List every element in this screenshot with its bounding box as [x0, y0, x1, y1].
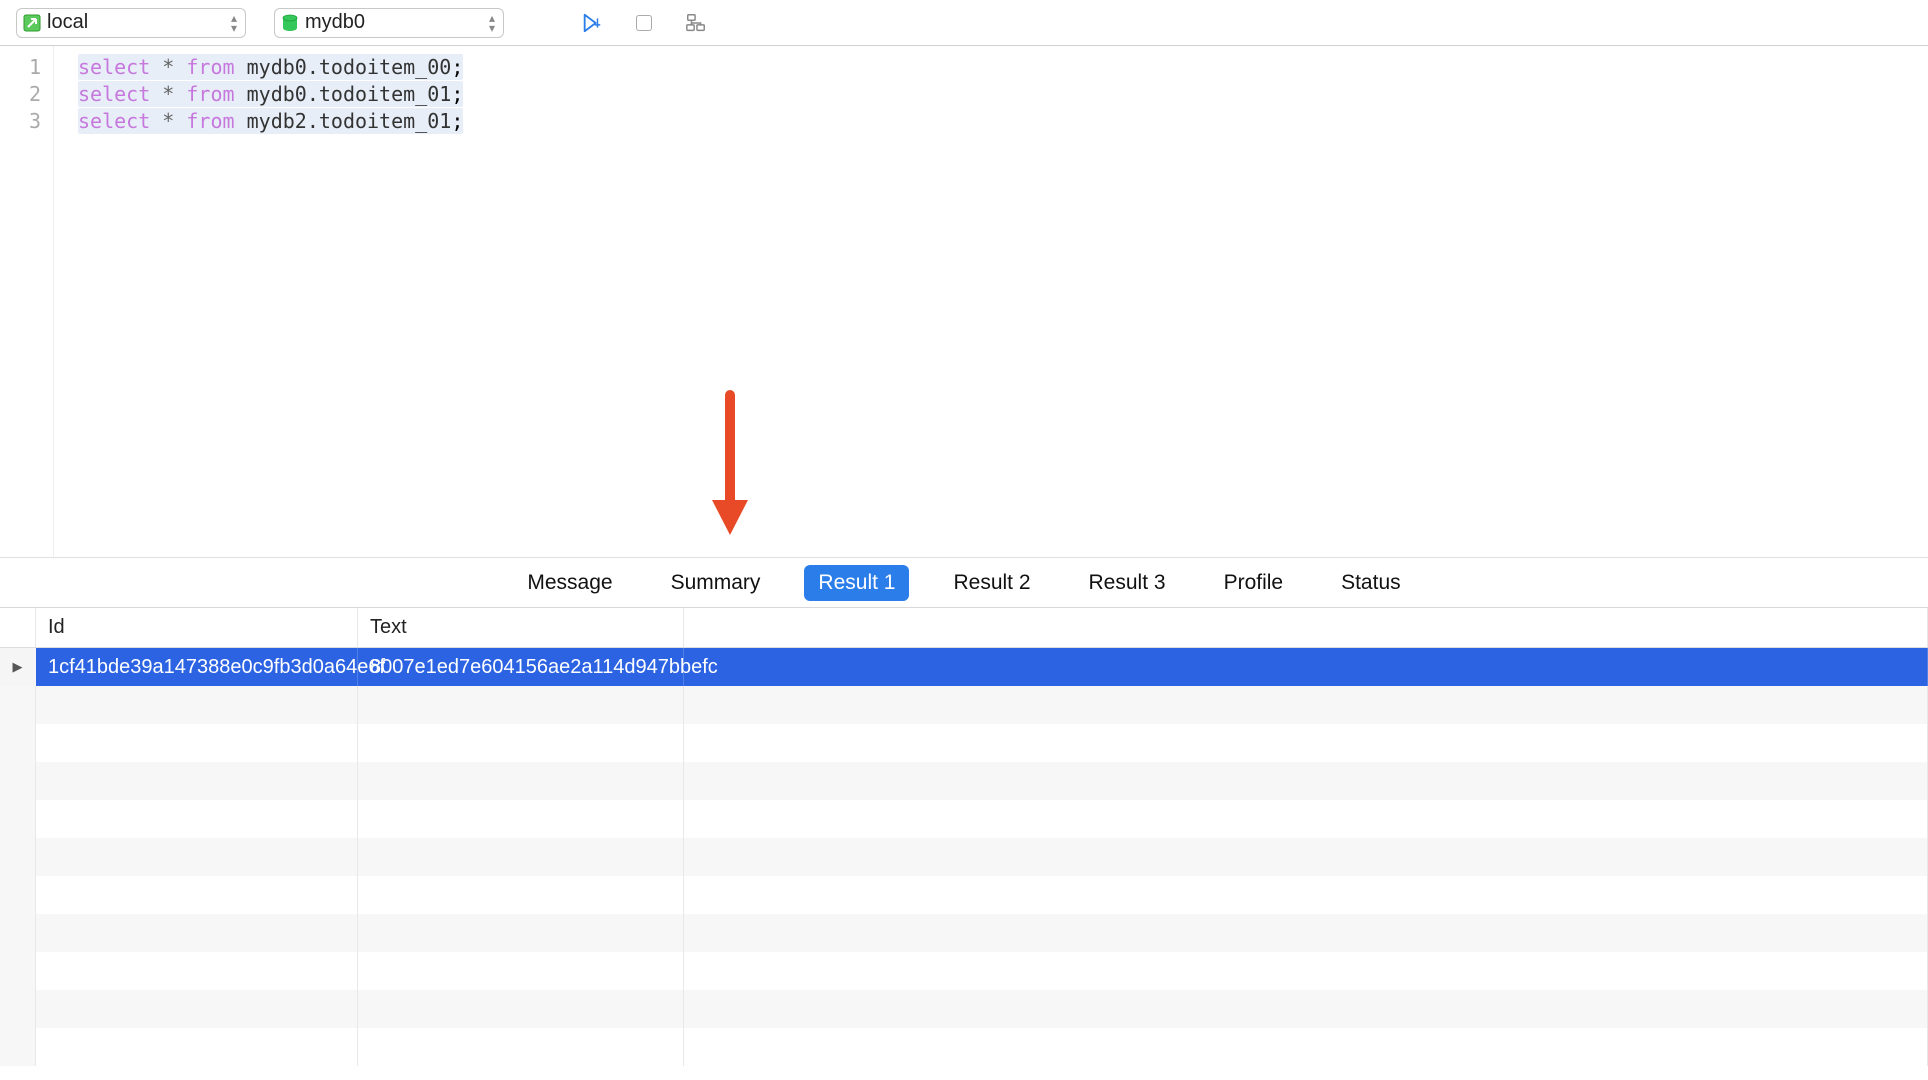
- stop-button[interactable]: [632, 11, 656, 35]
- database-label: mydb0: [305, 11, 483, 34]
- database-icon: [281, 14, 299, 32]
- cell-id[interactable]: 1cf41bde39a147388e0c9fb3d0a64e6f: [36, 648, 358, 686]
- code-line: select * from mydb0.todoitem_01;: [78, 81, 463, 108]
- code-line: select * from mydb2.todoitem_01;: [78, 108, 463, 135]
- result-grid: Id Text ▶ 1cf41bde39a147388e0c9fb3d0a64e…: [0, 608, 1928, 1066]
- table-row-empty: [0, 914, 1928, 952]
- table-row[interactable]: ▶ 1cf41bde39a147388e0c9fb3d0a64e6f 8007e…: [0, 648, 1928, 686]
- table-row-empty: [0, 990, 1928, 1028]
- database-selector[interactable]: mydb0 ▴▾: [274, 8, 504, 38]
- run-at-cursor-button[interactable]: [580, 11, 604, 35]
- column-header-spacer: [684, 608, 1928, 647]
- editor-content[interactable]: select * from mydb0.todoitem_00; select …: [54, 46, 463, 557]
- row-handle[interactable]: ▶: [0, 648, 36, 686]
- cell-spacer: [684, 648, 1928, 686]
- tab-result-1[interactable]: Result 1: [804, 565, 909, 601]
- table-row-empty: [0, 1028, 1928, 1066]
- line-number: 3: [0, 108, 41, 135]
- cell-text[interactable]: 8007e1ed7e604156ae2a114d947bbefc: [358, 648, 684, 686]
- sql-editor[interactable]: 1 2 3 select * from mydb0.todoitem_00; s…: [0, 46, 1928, 558]
- grid-header: Id Text: [0, 608, 1928, 648]
- column-header-id[interactable]: Id: [36, 608, 358, 647]
- connection-icon: [23, 14, 41, 32]
- table-row-empty: [0, 686, 1928, 724]
- chevron-updown-icon: ▴▾: [489, 13, 495, 33]
- tab-message[interactable]: Message: [513, 565, 626, 601]
- table-row-empty: [0, 876, 1928, 914]
- tab-result-2[interactable]: Result 2: [939, 565, 1044, 601]
- table-row-empty: [0, 800, 1928, 838]
- tab-profile[interactable]: Profile: [1210, 565, 1298, 601]
- table-row-empty: [0, 952, 1928, 990]
- row-handle-header: [0, 608, 36, 647]
- tab-summary[interactable]: Summary: [657, 565, 775, 601]
- toolbar: local ▴▾ mydb0 ▴▾: [0, 0, 1928, 46]
- line-number: 1: [0, 54, 41, 81]
- code-line: select * from mydb0.todoitem_00;: [78, 54, 463, 81]
- result-tabs: Message Summary Result 1 Result 2 Result…: [0, 558, 1928, 608]
- line-number: 2: [0, 81, 41, 108]
- table-row-empty: [0, 838, 1928, 876]
- editor-gutter: 1 2 3: [0, 46, 54, 557]
- table-row-empty: [0, 762, 1928, 800]
- tab-status[interactable]: Status: [1327, 565, 1415, 601]
- column-header-text[interactable]: Text: [358, 608, 684, 647]
- explain-plan-button[interactable]: [684, 11, 708, 35]
- tab-result-3[interactable]: Result 3: [1075, 565, 1180, 601]
- table-row-empty: [0, 724, 1928, 762]
- connection-selector[interactable]: local ▴▾: [16, 8, 246, 38]
- connection-label: local: [47, 11, 225, 34]
- chevron-updown-icon: ▴▾: [231, 13, 237, 33]
